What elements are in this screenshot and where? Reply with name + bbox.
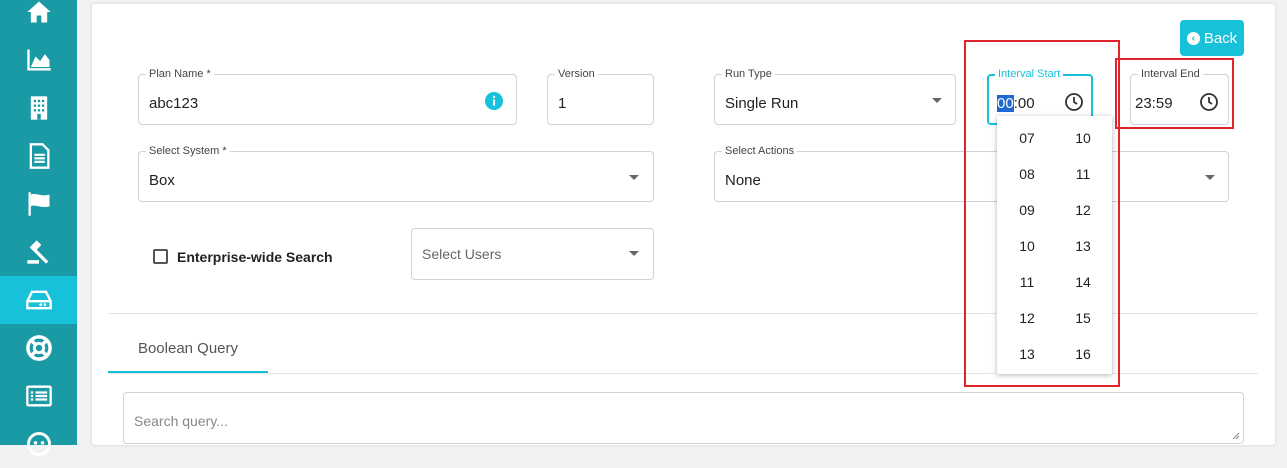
lifebuoy-icon: [25, 335, 52, 361]
tab-active-indicator: [108, 371, 268, 373]
flag-icon: [28, 192, 49, 216]
list-icon: [25, 385, 52, 407]
robot-icon: [26, 432, 51, 456]
chevron-left-icon: ‹: [1186, 31, 1200, 45]
select-users-select[interactable]: Select Users: [411, 228, 654, 280]
info-icon[interactable]: [485, 92, 503, 110]
select-system-label: Select System *: [146, 144, 230, 158]
plan-name-label: Plan Name *: [146, 67, 214, 81]
sidebar-item-robot[interactable]: [0, 420, 77, 468]
sidebar-item-list[interactable]: [0, 372, 77, 420]
sidebar-item-building[interactable]: [0, 84, 77, 132]
sidebar-item-lifebuoy[interactable]: [0, 324, 77, 372]
version-field[interactable]: Version 1: [547, 67, 654, 125]
highlight-box-interval-start: [964, 40, 1120, 387]
search-query-input[interactable]: Search query...: [123, 392, 1244, 444]
run-type-select[interactable]: Run Type Single Run: [714, 67, 956, 125]
tab-boolean-query[interactable]: Boolean Query: [108, 340, 268, 357]
chevron-down-icon: [932, 98, 942, 103]
building-icon: [30, 96, 47, 120]
drive-icon: [25, 290, 52, 310]
document-icon: [29, 143, 49, 169]
back-button-label: Back: [1203, 29, 1238, 47]
version-label: Version: [555, 67, 598, 81]
run-type-label: Run Type: [722, 67, 775, 81]
back-button[interactable]: ‹ Back: [1180, 20, 1244, 56]
resize-handle-icon[interactable]: [1232, 432, 1240, 440]
enterprise-search-checkbox[interactable]: [153, 249, 168, 264]
sidebar-item-drive[interactable]: [0, 276, 77, 324]
select-system-value: Box: [149, 172, 175, 189]
select-users-placeholder: Select Users: [422, 246, 502, 262]
select-system-select[interactable]: Select System * Box: [138, 144, 654, 202]
enterprise-search-label: Enterprise-wide Search: [177, 249, 333, 265]
sidebar: [0, 0, 77, 456]
sidebar-item-home[interactable]: [0, 0, 77, 36]
plan-name-value: abc123: [149, 95, 199, 112]
sidebar-item-chart[interactable]: [0, 36, 77, 84]
gavel-icon: [26, 240, 48, 264]
chevron-down-icon: [1205, 175, 1215, 180]
select-actions-label: Select Actions: [722, 144, 798, 158]
chart-icon: [26, 49, 51, 71]
run-type-value: Single Run: [725, 95, 799, 112]
sidebar-item-gavel[interactable]: [0, 228, 77, 276]
select-actions-value: None: [725, 172, 761, 189]
sidebar-item-flag[interactable]: [0, 180, 77, 228]
home-icon: [26, 1, 51, 23]
version-value: 1: [558, 95, 567, 112]
plan-name-field[interactable]: Plan Name * abc123: [138, 67, 517, 125]
chevron-down-icon: [629, 175, 639, 180]
chevron-down-icon: [629, 251, 639, 256]
highlight-box-interval-end: [1115, 58, 1234, 129]
sidebar-item-document[interactable]: [0, 132, 77, 180]
search-query-placeholder: Search query...: [134, 413, 228, 429]
